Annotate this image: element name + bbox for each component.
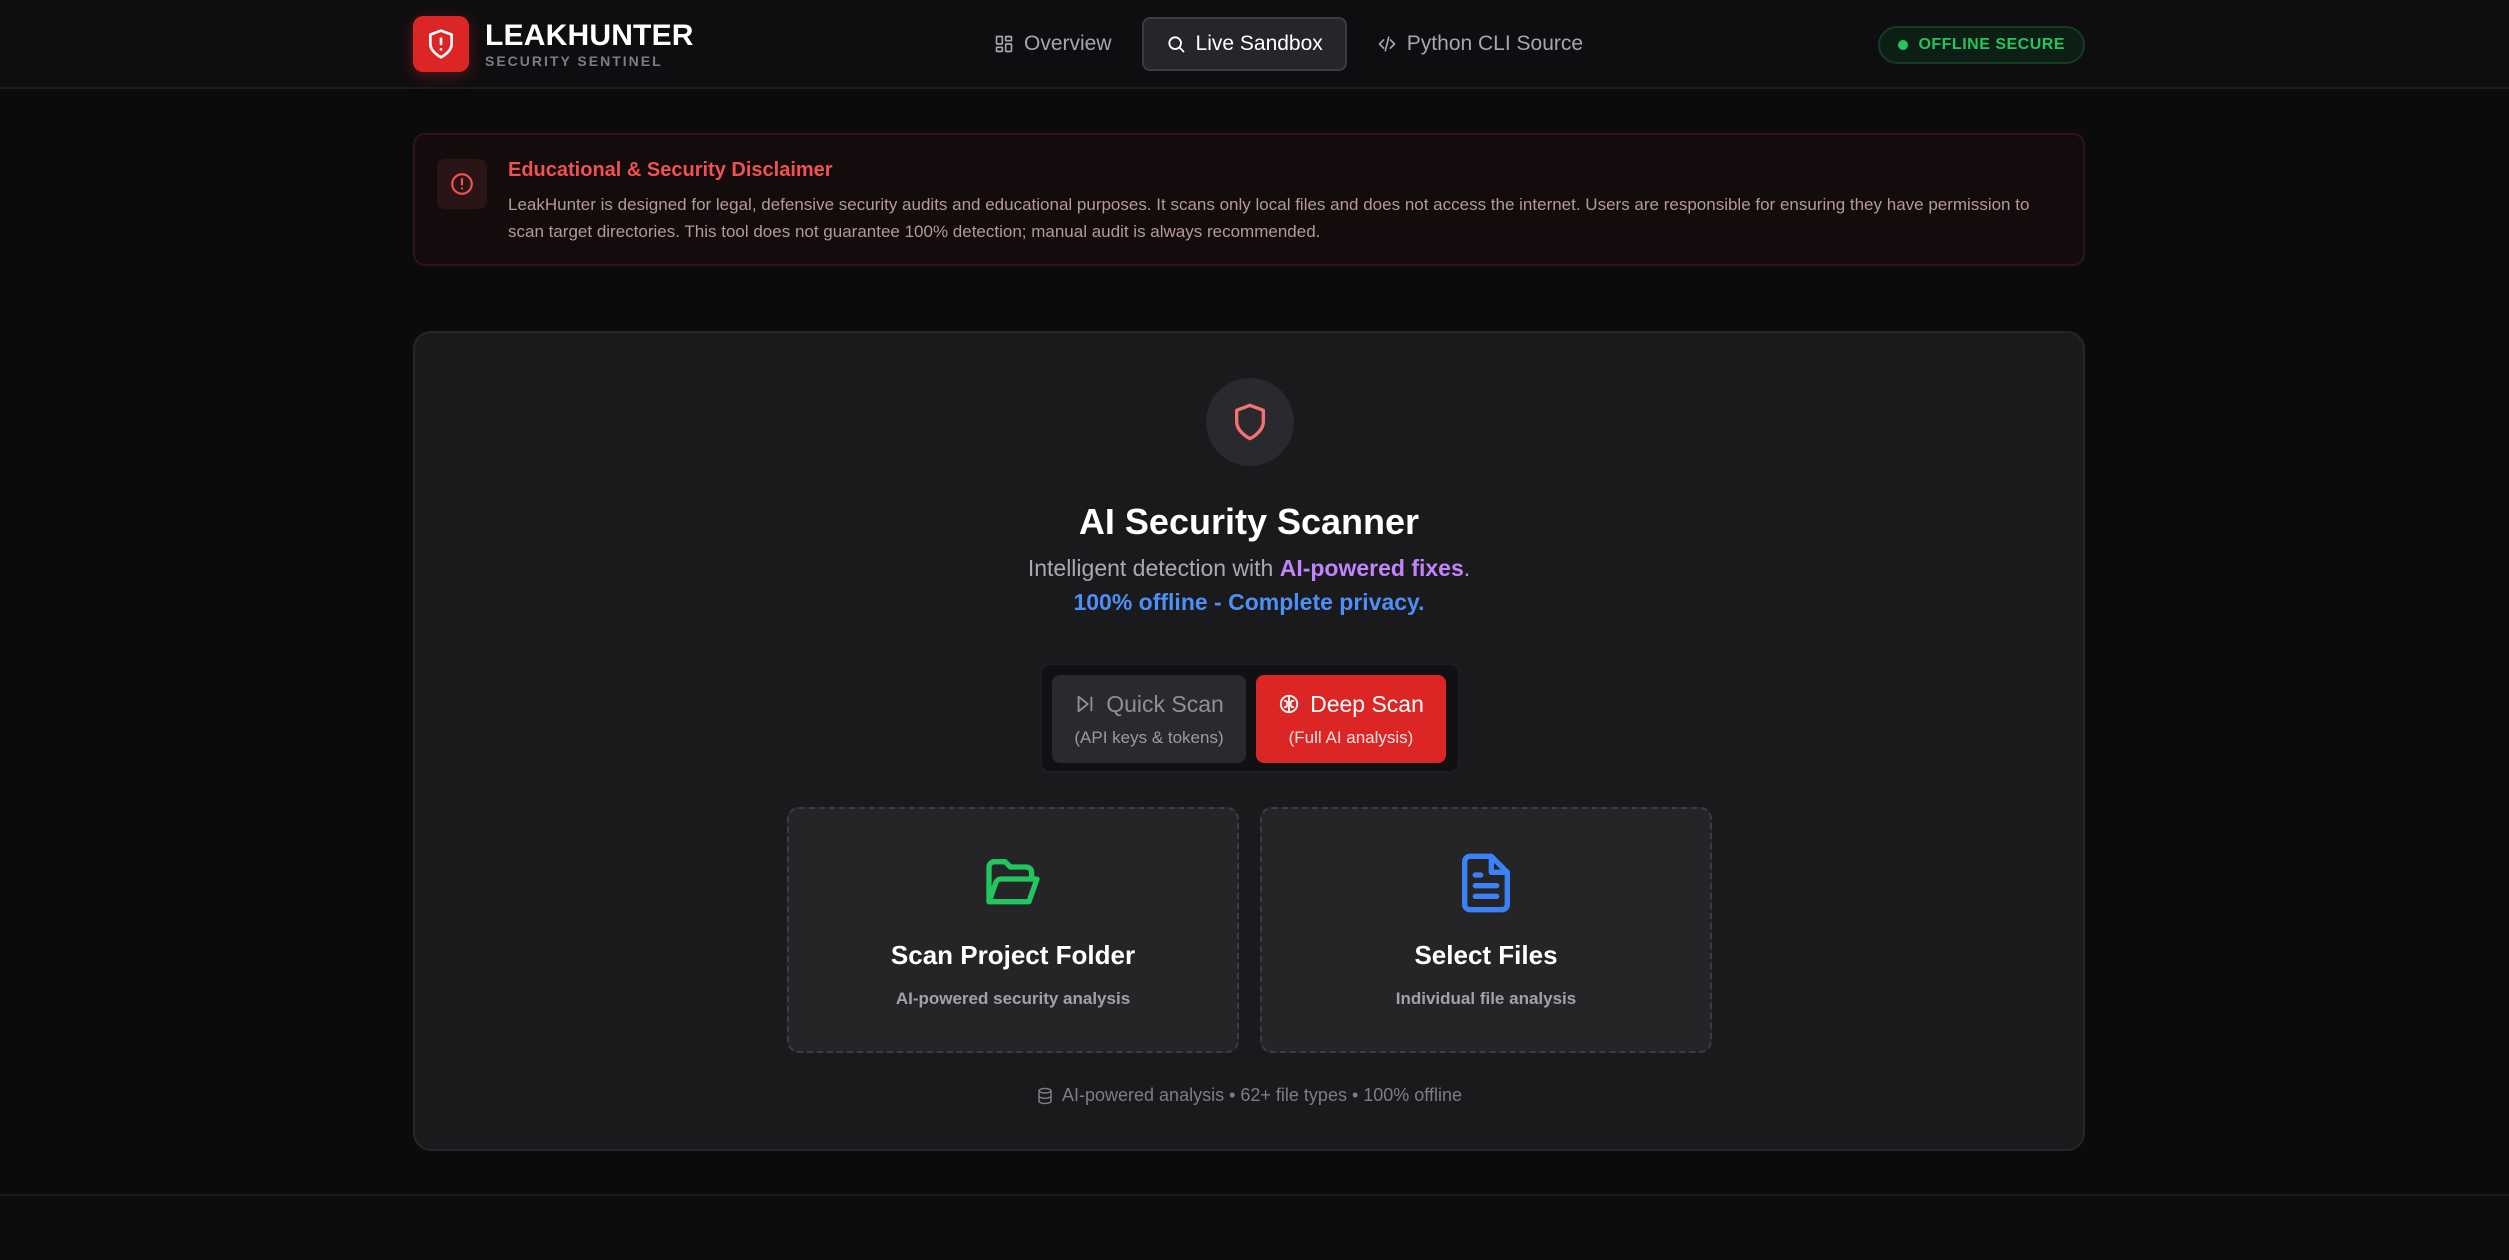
- select-files-subtitle: Individual file analysis: [1395, 989, 1577, 1008]
- tagline-suffix: .: [1463, 555, 1471, 581]
- scanner-panel: AI Security Scanner Intelligent detectio…: [413, 331, 2085, 1151]
- status-badge: OFFLINE SECURE: [1878, 26, 2085, 64]
- nav-live-sandbox[interactable]: Live Sandbox: [1141, 17, 1347, 71]
- nav-overview-label: Overview: [1024, 32, 1112, 55]
- skip-forward-icon: [1077, 695, 1093, 713]
- brain-icon: [1279, 694, 1299, 714]
- tagline-prefix: Intelligent detection with: [1027, 555, 1280, 581]
- dashboard-grid-icon: [995, 35, 1013, 53]
- file-text-icon: [1262, 851, 1710, 915]
- nav-live-sandbox-label: Live Sandbox: [1195, 32, 1323, 55]
- quick-scan-button[interactable]: Quick Scan (API keys & tokens): [1052, 675, 1246, 763]
- deep-scan-label: Deep Scan: [1310, 690, 1424, 717]
- brand-subtitle: SECURITY SENTINEL: [485, 52, 663, 69]
- scan-project-folder-title: Scan Project Folder: [890, 940, 1136, 970]
- top-navigation-bar: LEAKHUNTER SECURITY SENTINEL Overview Li…: [0, 0, 2509, 89]
- disclaimer-banner: Educational & Security Disclaimer LeakHu…: [413, 133, 2085, 266]
- quick-scan-label: Quick Scan: [1106, 690, 1224, 717]
- quick-scan-sublabel: (API keys & tokens): [1074, 727, 1224, 747]
- alert-circle-icon: [437, 159, 487, 209]
- code-icon: [1378, 36, 1396, 52]
- scanner-title: AI Security Scanner: [1078, 501, 1420, 542]
- nav-python-cli-source[interactable]: Python CLI Source: [1353, 17, 1607, 71]
- folder-open-icon: [789, 851, 1237, 915]
- disclaimer-body: LeakHunter is designed for legal, defens…: [508, 195, 2030, 241]
- nav-python-cli-source-label: Python CLI Source: [1406, 32, 1584, 55]
- nav-overview[interactable]: Overview: [970, 17, 1136, 71]
- search-icon: [1167, 36, 1184, 53]
- capabilities-note-text: AI-powered analysis • 62+ file types • 1…: [1062, 1085, 1462, 1105]
- scan-project-folder-subtitle: AI-powered security analysis: [895, 989, 1131, 1008]
- select-files-card[interactable]: Select Files Individual file analysis: [1260, 807, 1712, 1053]
- brand-name: LEAKHUNTER: [485, 18, 694, 52]
- brand-text: LEAKHUNTER SECURITY SENTINEL: [485, 18, 694, 69]
- privacy-line: 100% offline - Complete privacy.: [1073, 589, 1425, 615]
- select-files-title: Select Files: [1414, 940, 1558, 970]
- deep-scan-button[interactable]: Deep Scan (Full AI analysis): [1256, 675, 1446, 763]
- status-dot-icon: [1898, 40, 1909, 50]
- disclaimer-title: Educational & Security Disclaimer: [508, 159, 833, 181]
- scan-project-folder-card[interactable]: Scan Project Folder AI-powered security …: [787, 807, 1239, 1053]
- shield-alert-icon: [413, 16, 469, 72]
- main-nav: Overview Live Sandbox Python CLI Source: [970, 17, 1613, 71]
- brand[interactable]: LEAKHUNTER SECURITY SENTINEL: [413, 16, 694, 72]
- database-icon: [1038, 1087, 1052, 1104]
- footer-area: [0, 1196, 2509, 1260]
- scanner-tagline: Intelligent detection with AI-powered fi…: [415, 555, 2083, 582]
- deep-scan-sublabel: (Full AI analysis): [1288, 727, 1414, 747]
- scan-mode-toggle: Quick Scan (API keys & tokens) Deep Scan…: [1040, 663, 1460, 773]
- shield-icon: [1206, 378, 1294, 466]
- status-badge-label: OFFLINE SECURE: [1918, 36, 2065, 53]
- tagline-highlight: AI-powered fixes: [1279, 555, 1464, 581]
- capabilities-note: AI-powered analysis • 62+ file types • 1…: [415, 1085, 2083, 1106]
